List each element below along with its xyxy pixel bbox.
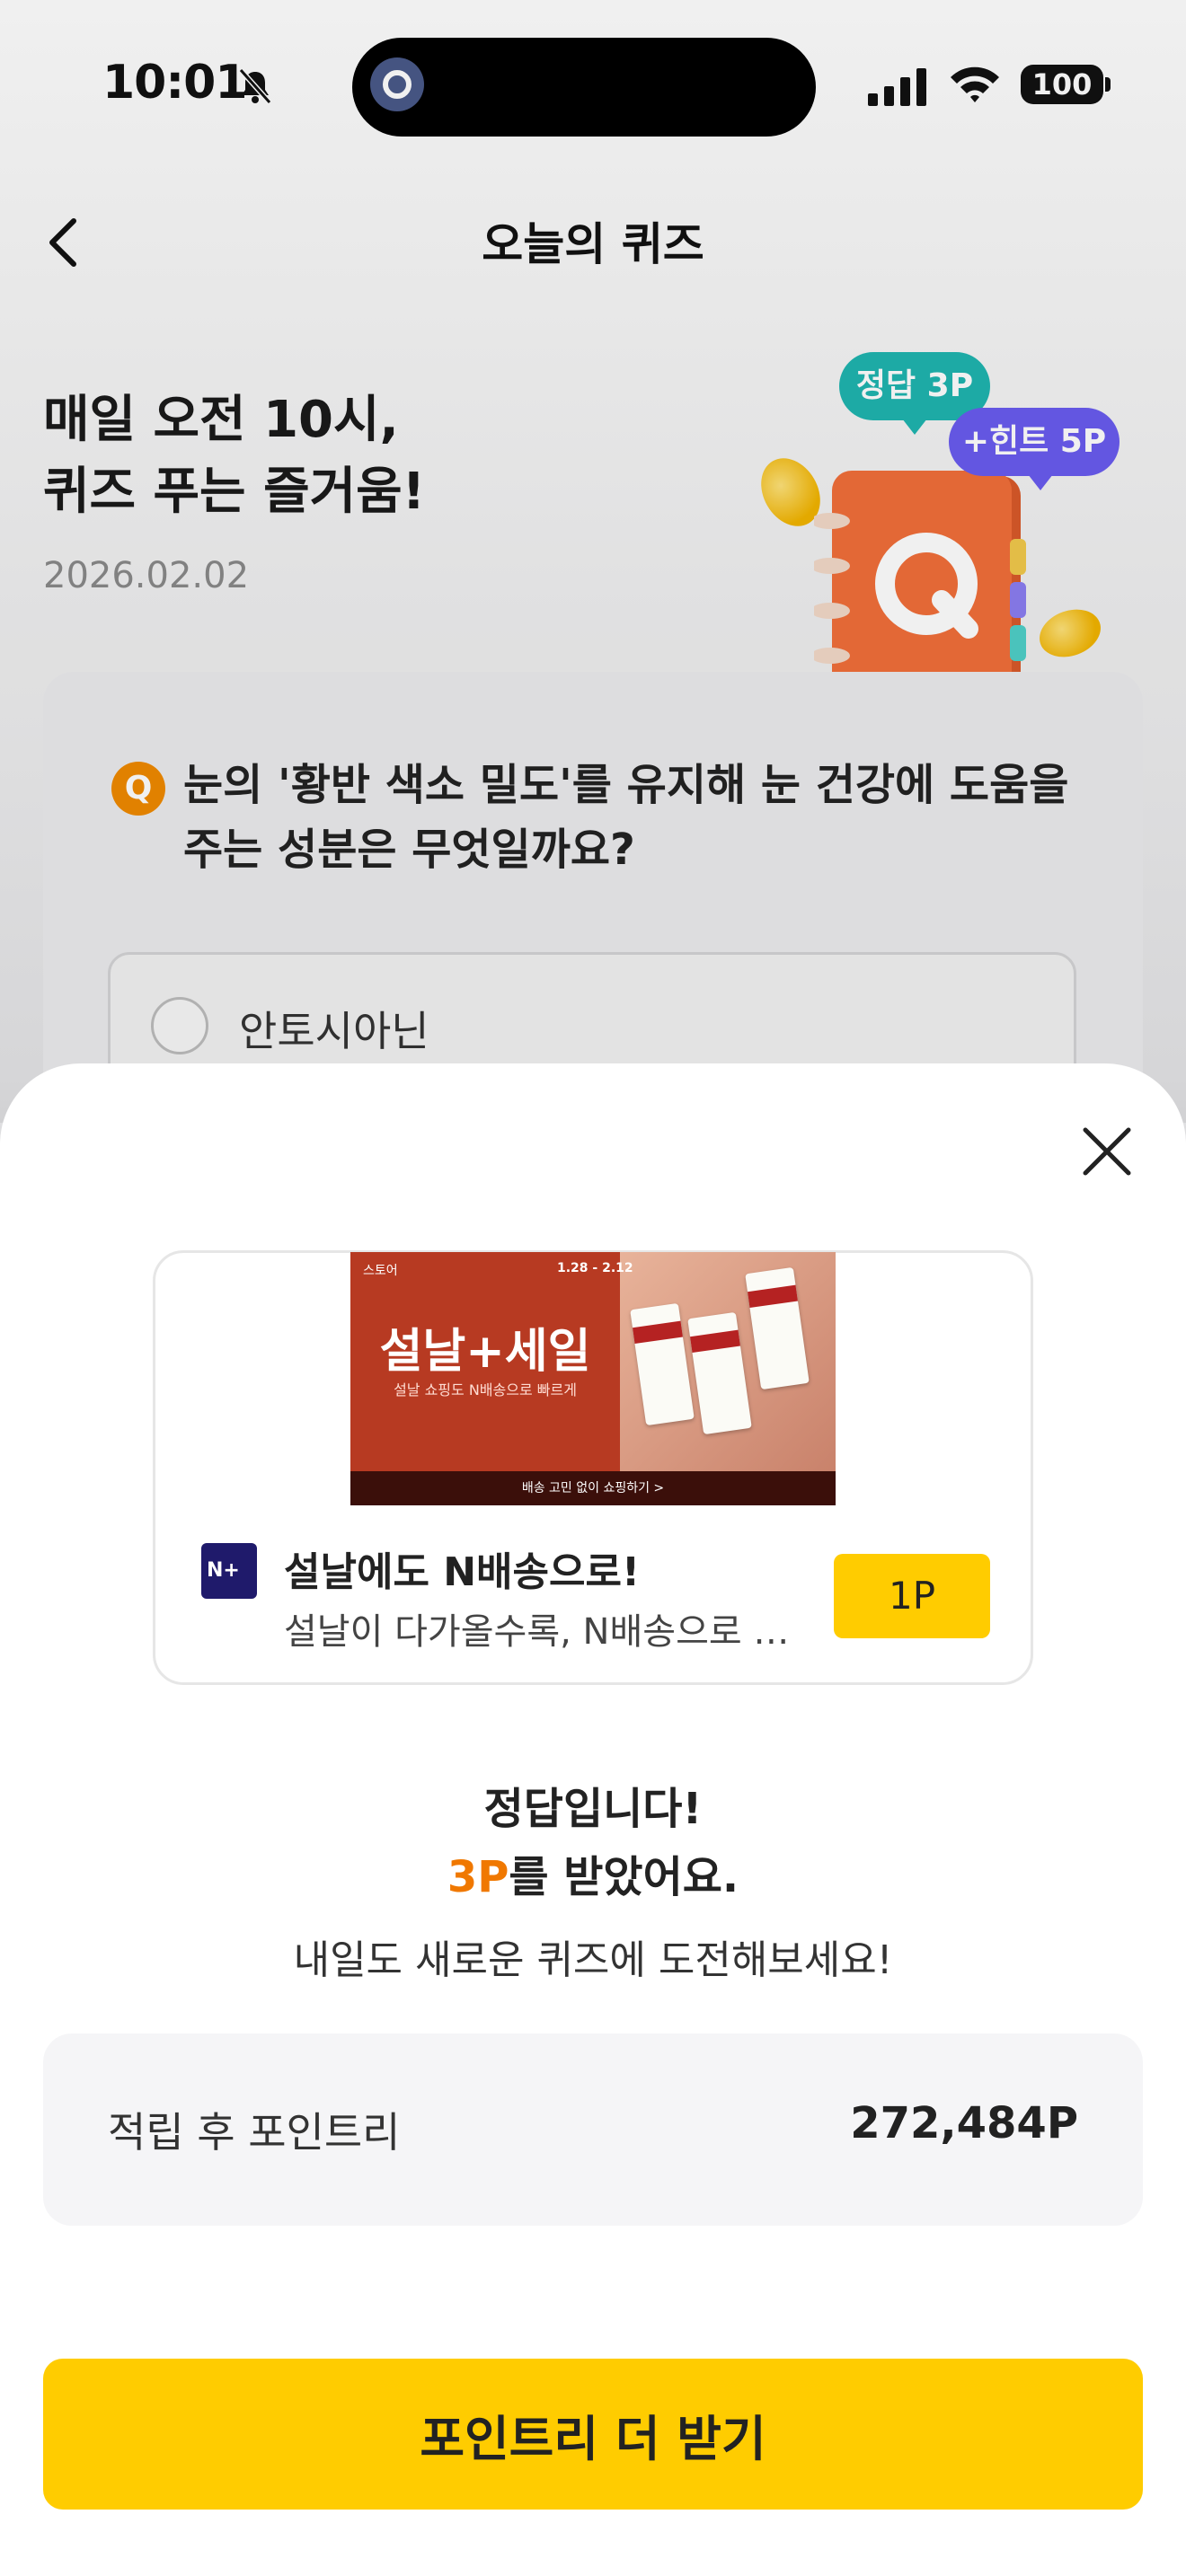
n-delivery-logo-icon <box>201 1543 257 1599</box>
earned-points-suffix: 를 받았어요. <box>509 1852 739 1902</box>
ad-title: 설날에도 N배송으로! <box>284 1549 641 1595</box>
ad-banner-image[interactable]: 스토어 설날+세일 설날 쇼핑도 N배송으로 빠르게 1.28 - 2.12 배… <box>350 1252 836 1505</box>
earned-points: 3P <box>447 1852 509 1902</box>
ad-banner-title: 설날+세일 <box>379 1325 591 1379</box>
ad-banner-dates: 1.28 - 2.12 <box>557 1261 633 1275</box>
get-more-points-button[interactable]: 포인트리 더 받기 <box>43 2359 1143 2510</box>
balance-label: 적립 후 포인트리 <box>108 2108 401 2157</box>
ad-banner-store-label: 스토어 <box>363 1264 398 1278</box>
result-points-line: 3P를 받았어요. <box>0 1841 1186 1904</box>
ad-banner-product-photo <box>620 1252 836 1471</box>
ad-point-button[interactable]: 1P <box>834 1554 990 1638</box>
background-dim <box>0 0 1186 1123</box>
ad-banner-left-panel: 스토어 설날+세일 설날 쇼핑도 N배송으로 빠르게 <box>350 1252 620 1471</box>
ad-banner-footer: 배송 고민 없이 쇼핑하기 > <box>350 1471 836 1505</box>
result-subtitle: 내일도 새로운 퀴즈에 도전해보세요! <box>293 1937 893 1983</box>
product-box <box>630 1302 695 1426</box>
product-box <box>687 1311 752 1435</box>
ad-banner-subtitle: 설날 쇼핑도 N배송으로 빠르게 <box>394 1381 577 1398</box>
product-box <box>745 1266 810 1390</box>
ad-description: 설날이 다가올수록, N배송으로 선... <box>284 1611 805 1653</box>
result-title: 정답입니다! <box>483 1784 703 1834</box>
close-icon[interactable] <box>1078 1123 1136 1180</box>
balance-value: 272,484P <box>850 2098 1078 2148</box>
